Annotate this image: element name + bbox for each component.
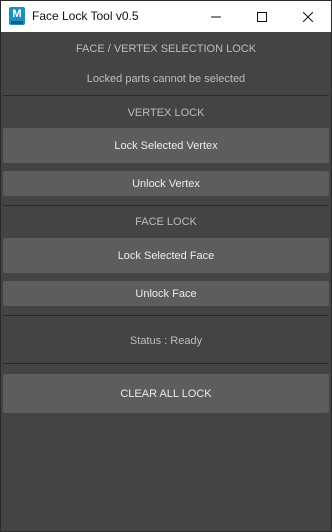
lock-note: Locked parts cannot be selected xyxy=(86,73,246,85)
unlock-vertex-button[interactable]: Unlock Vertex xyxy=(3,171,329,196)
minimize-button[interactable] xyxy=(193,1,239,32)
status-text: Status : Ready xyxy=(129,335,203,347)
window-title: Face Lock Tool v0.5 xyxy=(32,9,139,23)
main-heading: FACE / VERTEX SELECTION LOCK xyxy=(75,43,257,55)
vertex-lock-heading: VERTEX LOCK xyxy=(127,107,205,119)
maya-app-icon: M xyxy=(9,7,25,25)
close-icon xyxy=(303,11,313,22)
divider xyxy=(3,205,329,206)
close-button[interactable] xyxy=(285,1,331,32)
title-bar[interactable]: M Face Lock Tool v0.5 xyxy=(1,1,331,32)
lock-selected-face-button[interactable]: Lock Selected Face xyxy=(3,238,329,273)
tool-window: M Face Lock Tool v0.5 FACE / VERTEX SELE… xyxy=(0,0,332,532)
face-lock-heading: FACE LOCK xyxy=(135,216,197,228)
maximize-icon xyxy=(257,11,267,22)
divider xyxy=(3,315,329,316)
minimize-icon xyxy=(211,16,221,17)
unlock-face-button[interactable]: Unlock Face xyxy=(3,281,329,306)
clear-all-lock-button[interactable]: CLEAR ALL LOCK xyxy=(3,374,329,413)
maximize-button[interactable] xyxy=(239,1,285,32)
lock-selected-vertex-button[interactable]: Lock Selected Vertex xyxy=(3,128,329,163)
divider xyxy=(3,363,329,364)
divider xyxy=(3,95,329,96)
